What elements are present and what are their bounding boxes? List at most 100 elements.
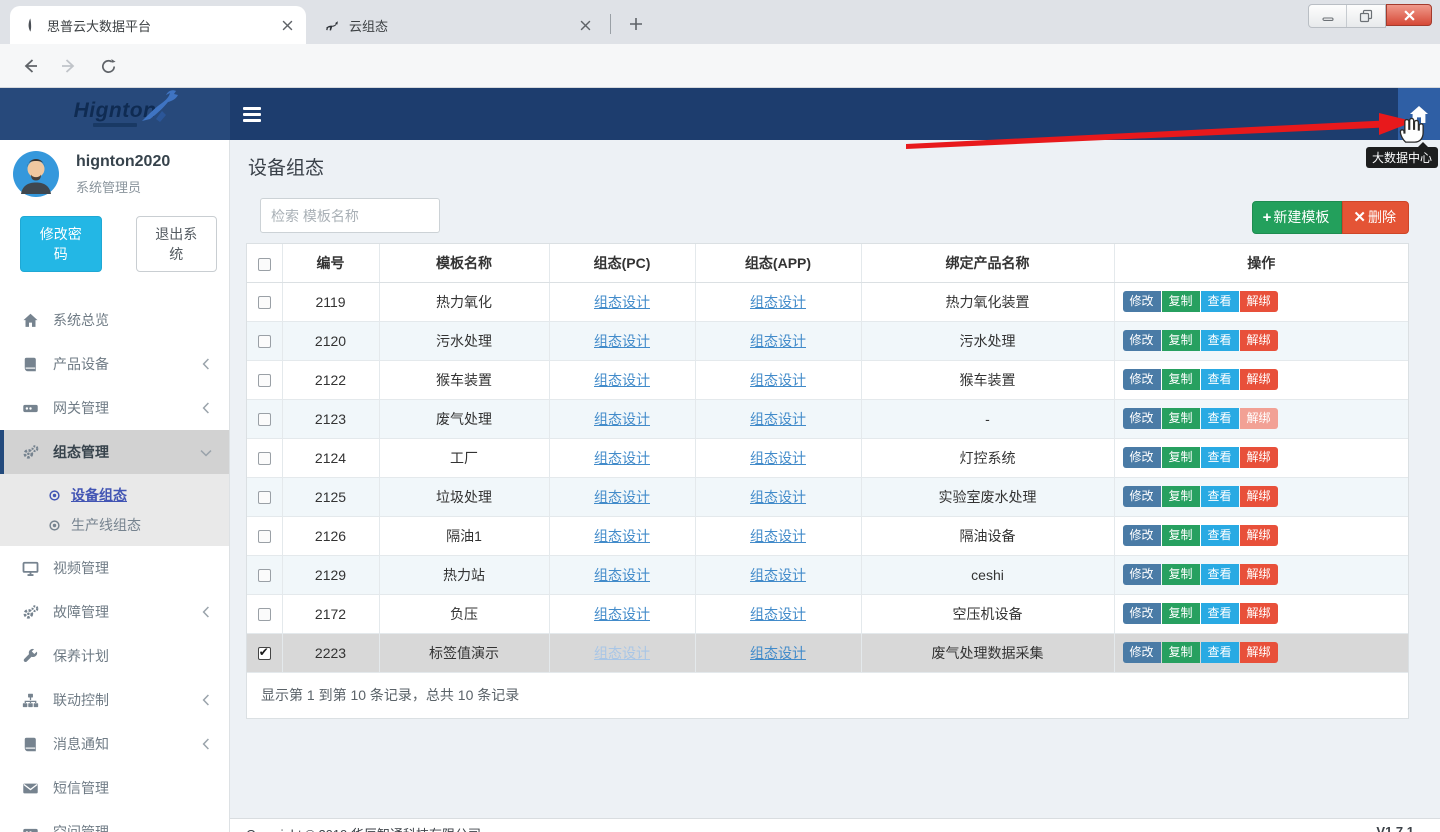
unbind-button[interactable]: 解绑 [1240,408,1278,429]
reload-button[interactable] [94,52,122,80]
config-design-link-pc[interactable]: 组态设计 [594,645,650,661]
change-password-button[interactable]: 修改密码 [20,216,102,272]
edit-button[interactable]: 修改 [1123,642,1161,663]
user-avatar[interactable] [12,150,60,198]
config-design-link-app[interactable]: 组态设计 [750,333,806,349]
sidebar-item-10[interactable]: 空间管理 [0,810,229,832]
new-tab-button[interactable] [622,10,650,38]
view-button[interactable]: 查看 [1201,486,1239,507]
config-design-link-pc[interactable]: 组态设计 [594,333,650,349]
unbind-button[interactable]: 解绑 [1240,486,1278,507]
tab-close-icon[interactable] [576,16,594,34]
sidebar-subitem[interactable]: 生产线组态 [0,510,229,540]
config-design-link-pc[interactable]: 组态设计 [594,606,650,622]
window-minimize-button[interactable] [1309,5,1347,27]
view-button[interactable]: 查看 [1201,603,1239,624]
sidebar-subitem[interactable]: 设备组态 [0,480,229,510]
row-checkbox[interactable] [258,413,271,426]
logout-button[interactable]: 退出系统 [136,216,218,272]
delete-button[interactable]: ✕删除 [1342,201,1409,234]
row-checkbox[interactable] [258,491,271,504]
config-design-link-app[interactable]: 组态设计 [750,411,806,427]
sidebar-item-5[interactable]: 故障管理 [0,590,229,634]
row-checkbox[interactable] [258,374,271,387]
view-button[interactable]: 查看 [1201,369,1239,390]
config-design-link-app[interactable]: 组态设计 [750,606,806,622]
sidebar-item-8[interactable]: 消息通知 [0,722,229,766]
edit-button[interactable]: 修改 [1123,291,1161,312]
config-design-link-pc[interactable]: 组态设计 [594,294,650,310]
config-design-link-pc[interactable]: 组态设计 [594,372,650,388]
tab-active[interactable]: 思普云大数据平台 [10,6,306,44]
config-design-link-app[interactable]: 组态设计 [750,294,806,310]
config-design-link-pc[interactable]: 组态设计 [594,450,650,466]
tab-inactive[interactable]: 云组态 [312,6,604,44]
copy-button[interactable]: 复制 [1162,486,1200,507]
copy-button[interactable]: 复制 [1162,408,1200,429]
row-checkbox[interactable] [258,608,271,621]
edit-button[interactable]: 修改 [1123,525,1161,546]
back-button[interactable] [16,52,44,80]
sidebar-item-4[interactable]: 视频管理 [0,546,229,590]
sidebar-item-0[interactable]: 系统总览 [0,298,229,342]
forward-button[interactable] [55,52,83,80]
unbind-button[interactable]: 解绑 [1240,525,1278,546]
edit-button[interactable]: 修改 [1123,603,1161,624]
edit-button[interactable]: 修改 [1123,369,1161,390]
config-design-link-app[interactable]: 组态设计 [750,567,806,583]
sidebar-item-9[interactable]: 短信管理 [0,766,229,810]
view-button[interactable]: 查看 [1201,564,1239,585]
config-design-link-pc[interactable]: 组态设计 [594,411,650,427]
copy-button[interactable]: 复制 [1162,642,1200,663]
sidebar-item-1[interactable]: 产品设备 [0,342,229,386]
view-button[interactable]: 查看 [1201,447,1239,468]
copy-button[interactable]: 复制 [1162,603,1200,624]
sidebar-item-6[interactable]: 保养计划 [0,634,229,678]
window-close-button[interactable] [1386,4,1432,26]
config-design-link-app[interactable]: 组态设计 [750,528,806,544]
unbind-button[interactable]: 解绑 [1240,369,1278,390]
unbind-button[interactable]: 解绑 [1240,330,1278,351]
sidebar-item-2[interactable]: 网关管理 [0,386,229,430]
copy-button[interactable]: 复制 [1162,330,1200,351]
unbind-button[interactable]: 解绑 [1240,603,1278,624]
menu-toggle-icon[interactable] [243,104,269,126]
copy-button[interactable]: 复制 [1162,291,1200,312]
search-input[interactable] [260,198,440,233]
view-button[interactable]: 查看 [1201,525,1239,546]
config-design-link-pc[interactable]: 组态设计 [594,528,650,544]
config-design-link-app[interactable]: 组态设计 [750,489,806,505]
config-design-link-pc[interactable]: 组态设计 [594,567,650,583]
view-button[interactable]: 查看 [1201,408,1239,429]
copy-button[interactable]: 复制 [1162,525,1200,546]
sidebar-item-3[interactable]: 组态管理 [0,430,229,474]
unbind-button[interactable]: 解绑 [1240,291,1278,312]
new-template-button[interactable]: +新建模板 [1252,201,1343,234]
view-button[interactable]: 查看 [1201,642,1239,663]
row-checkbox[interactable] [258,530,271,543]
window-restore-button[interactable] [1347,5,1385,27]
edit-button[interactable]: 修改 [1123,408,1161,429]
select-all-checkbox[interactable] [258,258,271,271]
config-design-link-app[interactable]: 组态设计 [750,372,806,388]
row-checkbox[interactable] [258,335,271,348]
unbind-button[interactable]: 解绑 [1240,642,1278,663]
edit-button[interactable]: 修改 [1123,564,1161,585]
config-design-link-app[interactable]: 组态设计 [750,645,806,661]
edit-button[interactable]: 修改 [1123,330,1161,351]
row-checkbox[interactable] [258,569,271,582]
copy-button[interactable]: 复制 [1162,564,1200,585]
unbind-button[interactable]: 解绑 [1240,564,1278,585]
tab-close-icon[interactable] [278,16,296,34]
config-design-link-app[interactable]: 组态设计 [750,450,806,466]
sidebar-item-7[interactable]: 联动控制 [0,678,229,722]
copy-button[interactable]: 复制 [1162,447,1200,468]
config-design-link-pc[interactable]: 组态设计 [594,489,650,505]
row-checkbox[interactable] [258,296,271,309]
edit-button[interactable]: 修改 [1123,447,1161,468]
row-checkbox[interactable] [258,647,271,660]
row-checkbox[interactable] [258,452,271,465]
copy-button[interactable]: 复制 [1162,369,1200,390]
unbind-button[interactable]: 解绑 [1240,447,1278,468]
view-button[interactable]: 查看 [1201,330,1239,351]
